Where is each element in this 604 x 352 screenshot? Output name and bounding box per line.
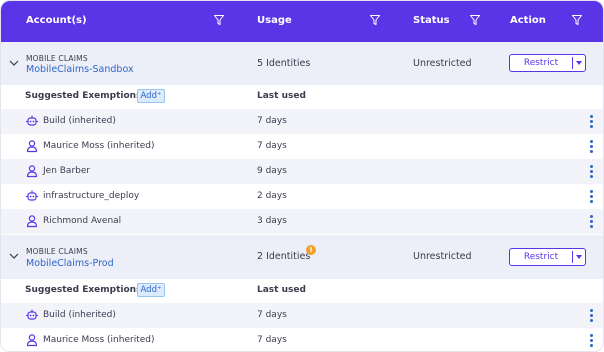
chevron-down-icon[interactable]: [8, 57, 20, 69]
account-row-prod[interactable]: MOBILE CLAIMS MobileClaims-Prod 2 Identi…: [1, 235, 603, 279]
chevron-down-icon[interactable]: [8, 250, 20, 262]
account-name-link[interactable]: MobileClaims-Sandbox: [26, 64, 134, 75]
account-status: Unrestricted: [413, 58, 472, 69]
suggested-exemptions-header: Suggested Exemptions Add⁺ Last used: [1, 279, 603, 303]
identity-name: Build (inherited): [43, 310, 116, 320]
dropdown-caret-icon[interactable]: [576, 61, 582, 65]
user-icon: [26, 140, 38, 153]
header-accounts: Account(s): [26, 15, 87, 26]
identity-name: Build (inherited): [43, 116, 116, 126]
identity-name: Maurice Moss (inherited): [43, 335, 155, 345]
last-used-value: 7 days: [257, 310, 287, 320]
filter-usage-funnel-icon[interactable]: [369, 14, 381, 26]
list-item: infrastructure_deploy 2 days: [1, 184, 603, 209]
more-options-kebab-icon[interactable]: [588, 214, 596, 229]
last-used-heading: Last used: [257, 285, 306, 295]
last-used-value: 2 days: [257, 191, 287, 201]
last-used-heading: Last used: [257, 91, 306, 101]
robot-icon: [26, 115, 38, 126]
robot-icon: [26, 309, 38, 320]
last-used-value: 3 days: [257, 216, 287, 226]
account-row-sandbox[interactable]: MOBILE CLAIMS MobileClaims-Sandbox 5 Ide…: [1, 42, 603, 85]
identity-name: Maurice Moss (inherited): [43, 141, 155, 151]
filter-accounts-funnel-icon[interactable]: [213, 14, 225, 26]
account-status: Unrestricted: [413, 251, 472, 262]
more-options-kebab-icon[interactable]: [588, 189, 596, 204]
more-options-kebab-icon[interactable]: [588, 333, 596, 348]
last-used-value: 7 days: [257, 141, 287, 151]
table-header: Account(s) Usage Status Action: [1, 1, 603, 42]
account-category: MOBILE CLAIMS: [26, 247, 88, 256]
last-used-value: 9 days: [257, 166, 287, 176]
account-name-link[interactable]: MobileClaims-Prod: [26, 258, 114, 269]
identity-name: Richmond Avenal: [43, 216, 122, 226]
user-icon: [26, 165, 38, 178]
list-item: Maurice Moss (inherited) 7 days: [1, 328, 603, 351]
more-options-kebab-icon[interactable]: [588, 164, 596, 179]
header-status: Status: [413, 15, 450, 26]
button-divider: [572, 57, 573, 69]
last-used-value: 7 days: [257, 116, 287, 126]
user-icon: [26, 215, 38, 228]
more-options-kebab-icon[interactable]: [588, 139, 596, 154]
restrict-button[interactable]: Restrict: [510, 58, 572, 68]
add-exemption-button[interactable]: Add⁺: [137, 89, 165, 103]
filter-action-funnel-icon[interactable]: [571, 14, 583, 26]
account-usage: 2 Identities: [257, 251, 311, 262]
restrict-split-button: Restrict: [509, 248, 586, 266]
identity-name: Jen Barber: [43, 166, 91, 176]
warning-badge-icon[interactable]: !: [306, 245, 316, 255]
more-options-kebab-icon[interactable]: [588, 308, 596, 323]
add-exemption-button[interactable]: Add⁺: [137, 283, 165, 297]
restrict-split-button: Restrict: [509, 54, 586, 72]
header-action: Action: [510, 15, 546, 26]
user-icon: [26, 334, 38, 347]
list-item: Jen Barber 9 days: [1, 159, 603, 184]
list-item: Maurice Moss (inherited) 7 days: [1, 134, 603, 159]
account-usage: 5 Identities: [257, 58, 311, 69]
suggested-exemptions-title: Suggested Exemptions: [25, 285, 142, 295]
button-divider: [572, 251, 573, 263]
header-usage: Usage: [257, 15, 292, 26]
list-item: Richmond Avenal 3 days: [1, 209, 603, 234]
suggested-exemptions-title: Suggested Exemptions: [25, 91, 142, 101]
robot-icon: [26, 190, 38, 201]
suggested-exemptions-header: Suggested Exemptions Add⁺ Last used: [1, 85, 603, 109]
identity-name: infrastructure_deploy: [43, 191, 140, 201]
restrict-button[interactable]: Restrict: [510, 252, 572, 262]
accounts-table: Account(s) Usage Status Action MOBILE CL…: [0, 0, 604, 352]
list-item: Build (inherited) 7 days: [1, 109, 603, 134]
account-category: MOBILE CLAIMS: [26, 54, 88, 63]
dropdown-caret-icon[interactable]: [576, 255, 582, 259]
last-used-value: 7 days: [257, 335, 287, 345]
list-item: Build (inherited) 7 days: [1, 303, 603, 328]
filter-status-funnel-icon[interactable]: [469, 14, 481, 26]
more-options-kebab-icon[interactable]: [588, 114, 596, 129]
